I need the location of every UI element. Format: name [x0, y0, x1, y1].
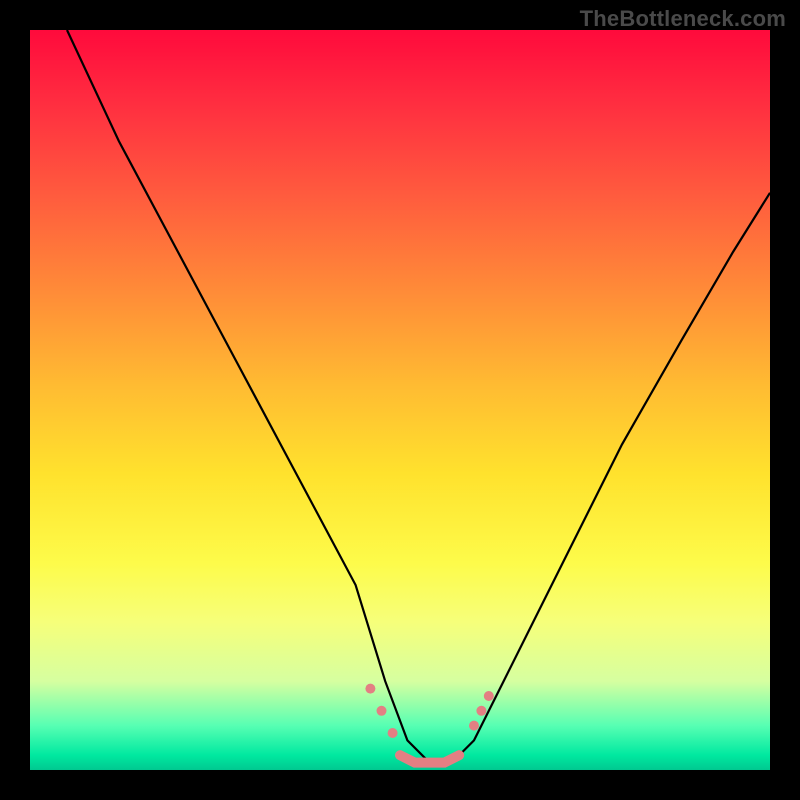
valley-flat-segment	[400, 755, 459, 762]
valley-marker-dot	[365, 684, 375, 694]
chart-plot-area	[30, 30, 770, 770]
curve-group	[67, 30, 770, 763]
watermark-text: TheBottleneck.com	[580, 6, 786, 32]
chart-svg	[30, 30, 770, 770]
valley-marker-dot	[388, 728, 398, 738]
valley-marker-dot	[484, 691, 494, 701]
valley-marker-dot	[377, 706, 387, 716]
valley-markers	[365, 684, 493, 763]
valley-marker-dot	[476, 706, 486, 716]
v-curve-line	[67, 30, 770, 763]
valley-marker-dot	[469, 721, 479, 731]
